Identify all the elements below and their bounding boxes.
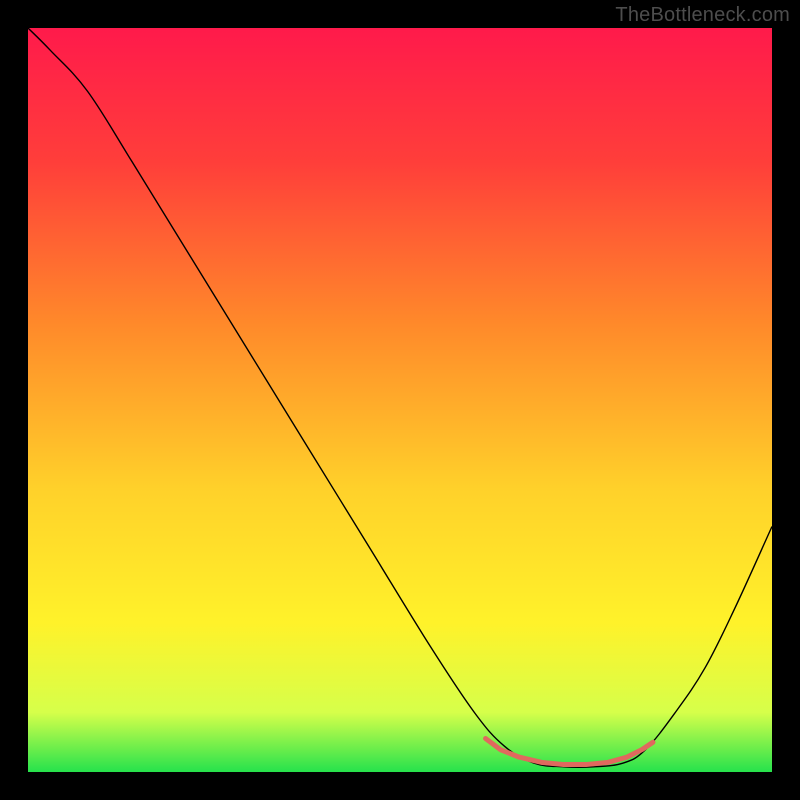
chart-svg (28, 28, 772, 772)
gradient-background (28, 28, 772, 772)
chart-container: TheBottleneck.com (0, 0, 800, 800)
watermark-text: TheBottleneck.com (615, 4, 790, 27)
plot-area (28, 28, 772, 772)
